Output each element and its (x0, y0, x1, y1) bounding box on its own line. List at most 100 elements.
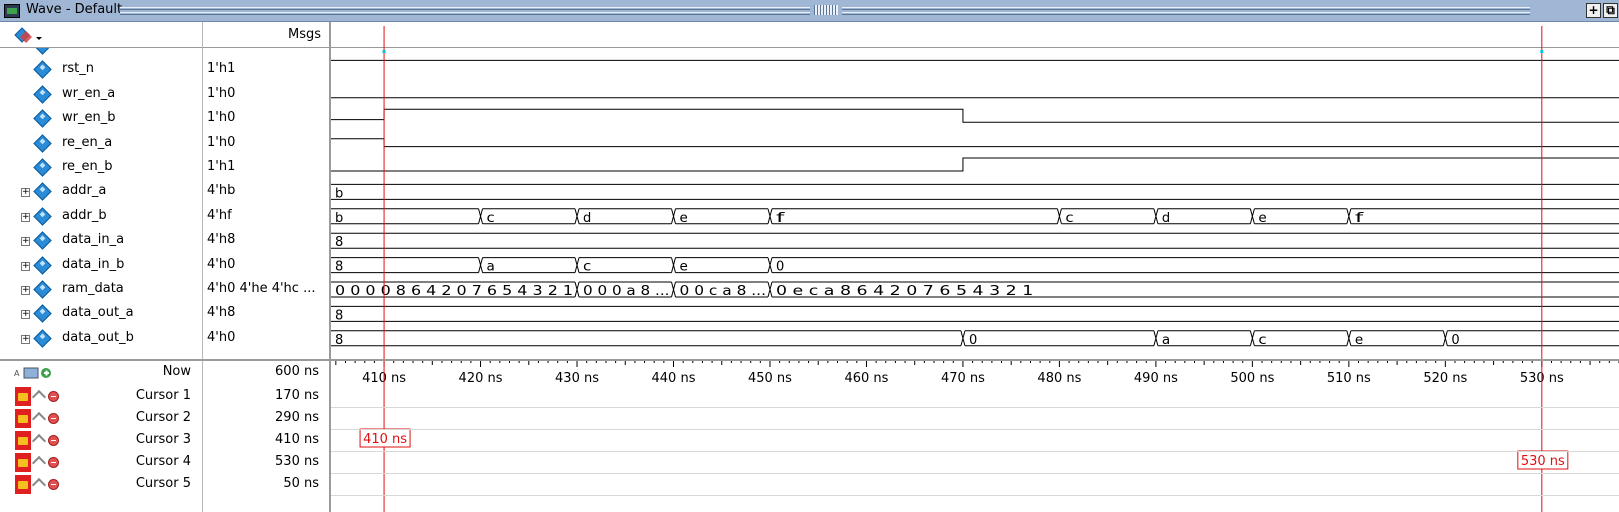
undock-button[interactable]: ⧉ (1603, 3, 1618, 18)
expand-toggle-icon[interactable]: + (21, 286, 30, 295)
signal-value: 1'h0 (207, 85, 236, 101)
cursor-lock-icon[interactable] (15, 453, 31, 472)
signal-name[interactable]: re_en_b (62, 159, 113, 174)
signal-name[interactable]: re_en_a (62, 135, 112, 150)
cursor-lock-icon[interactable] (15, 387, 31, 406)
cursor-top-marker (382, 50, 386, 53)
signal-value-row: 1'h1 (203, 157, 329, 179)
expand-toggle-icon[interactable]: + (21, 188, 30, 198)
bus-value-label: 0 (776, 260, 784, 275)
signal-row[interactable]: + addr_b (0, 206, 202, 228)
cursor-row[interactable]: Cursor 2 290 ns (0, 408, 331, 430)
cursor-name: Cursor 1 (135, 388, 191, 403)
signal-row[interactable]: + ram_data (0, 279, 202, 301)
cursor-row-line (331, 429, 1619, 430)
cursor-edit-icon[interactable] (31, 477, 47, 493)
signal-row[interactable]: wr_en_a (0, 84, 202, 106)
timeline-tick-label: 440 ns (652, 371, 696, 386)
cursor-lock-icon[interactable] (15, 409, 31, 428)
cursor-row[interactable]: Cursor 3 410 ns (0, 430, 331, 452)
titlebar-grip-right-lower (842, 12, 1530, 15)
signal-row[interactable]: + addr_a (0, 181, 202, 203)
cursor-row[interactable]: Cursor 5 50 ns (0, 474, 331, 496)
bit-wave (331, 138, 1619, 148)
window-titlebar[interactable]: Wave - Default + ⧉ (0, 0, 1619, 22)
expand-toggle-icon[interactable]: + (21, 334, 30, 344)
cursor-lock-icon[interactable] (15, 475, 31, 494)
cursor-delete-icon[interactable] (48, 457, 59, 468)
signal-row[interactable]: + data_out_b (0, 328, 202, 350)
cursor-edit-icon[interactable] (31, 389, 47, 405)
cursor-edit-icon[interactable] (31, 455, 47, 471)
signal-name[interactable]: data_out_b (62, 330, 134, 345)
signal-name[interactable]: addr_a (62, 183, 106, 198)
cursor-row-line (331, 495, 1619, 496)
bus-value-label: c (583, 260, 591, 275)
cursor-name: Cursor 5 (135, 476, 191, 491)
cursor-delete-icon[interactable] (48, 413, 59, 424)
bus-transition (574, 281, 580, 298)
signal-row[interactable]: re_en_a (0, 133, 202, 155)
signal-name[interactable]: data_in_a (62, 232, 124, 247)
signal-diamond-icon (33, 304, 52, 324)
titlebar-grip-lower (120, 12, 810, 15)
drag-handle-icon[interactable] (814, 5, 838, 15)
cursor-lock-icon[interactable] (15, 431, 31, 450)
signal-row[interactable]: + data_out_a (0, 303, 202, 325)
signal-name[interactable]: ram_data (62, 281, 124, 296)
waveform-canvas[interactable]: bb c d e f c d e f 8 8 a c e 0 0 0 0 0 8 6 4 2 0 7 6 5 … (331, 22, 1619, 512)
wave-tools-icon[interactable] (14, 27, 42, 43)
bus-transition (1153, 330, 1159, 346)
signal-name[interactable]: rst_n (62, 61, 94, 76)
waveform-panel[interactable]: bb c d e f c d e f 8 8 a c e 0 0 0 0 0 8 6 4 2 0 7 6 5 … (331, 22, 1619, 512)
signal-row[interactable]: + data_in_a (0, 230, 202, 252)
cursor-area-separator[interactable] (0, 359, 1619, 361)
timeline-tick-label: 450 ns (748, 371, 792, 386)
signal-name[interactable]: data_in_b (62, 257, 124, 272)
bus-transition (1153, 208, 1159, 224)
cursor-delete-icon[interactable] (48, 391, 59, 402)
dock-plus-button[interactable]: + (1586, 3, 1601, 18)
expand-toggle-icon[interactable]: + (21, 237, 30, 247)
expand-toggle-icon[interactable]: + (21, 212, 30, 222)
bus-value-label: e (1355, 333, 1363, 348)
bus-transition (1346, 330, 1352, 346)
now-value: 600 ns (275, 364, 319, 379)
signal-diamond-icon (33, 158, 52, 177)
cursor-delete-icon[interactable] (48, 435, 59, 446)
cursor-value: 530 ns (275, 454, 319, 469)
expand-toggle-icon[interactable]: + (21, 310, 30, 320)
signal-value-row: 1'h0 (203, 133, 329, 155)
names-header (0, 22, 202, 48)
signal-value-row: 4'hf (203, 206, 329, 228)
signal-row[interactable]: wr_en_b (0, 108, 202, 130)
bus-value-label: 8 (335, 308, 343, 323)
signal-name[interactable]: wr_en_b (62, 110, 115, 125)
signal-value-row: 1'h0 (203, 108, 329, 130)
cursor-value: 170 ns (275, 388, 319, 403)
cursor-toolbar-icons[interactable]: A (14, 366, 60, 380)
cursor-delete-icon[interactable] (48, 479, 59, 490)
signal-row[interactable]: + data_in_b (0, 255, 202, 277)
signal-value: 4'h0 (207, 256, 236, 272)
bus-transition (671, 257, 676, 273)
bus-value-label: e (680, 211, 688, 226)
cursor-edit-icon[interactable] (31, 411, 47, 427)
signal-name[interactable]: addr_b (62, 208, 107, 223)
cursor-row[interactable]: Cursor 4 530 ns (0, 452, 331, 474)
bus-value-label: e (680, 260, 688, 275)
signal-row[interactable]: rst_n (0, 59, 202, 81)
cursor-row[interactable]: Cursor 1 170 ns (0, 386, 331, 408)
bus-transition (671, 208, 676, 224)
bus-transition (574, 257, 580, 273)
signal-diamond-icon (33, 231, 52, 250)
signal-row[interactable]: re_en_b (0, 157, 202, 179)
cursor-edit-icon[interactable] (31, 433, 47, 449)
signal-name[interactable]: wr_en_a (62, 86, 115, 101)
signal-value-row: 4'h0 (203, 328, 329, 350)
signal-name[interactable]: data_out_a (62, 305, 134, 320)
signal-value-row: 4'h8 (203, 303, 329, 325)
cursor-name: Cursor 2 (135, 410, 191, 425)
expand-toggle-icon[interactable]: + (21, 261, 30, 271)
bus-transition (574, 208, 580, 224)
